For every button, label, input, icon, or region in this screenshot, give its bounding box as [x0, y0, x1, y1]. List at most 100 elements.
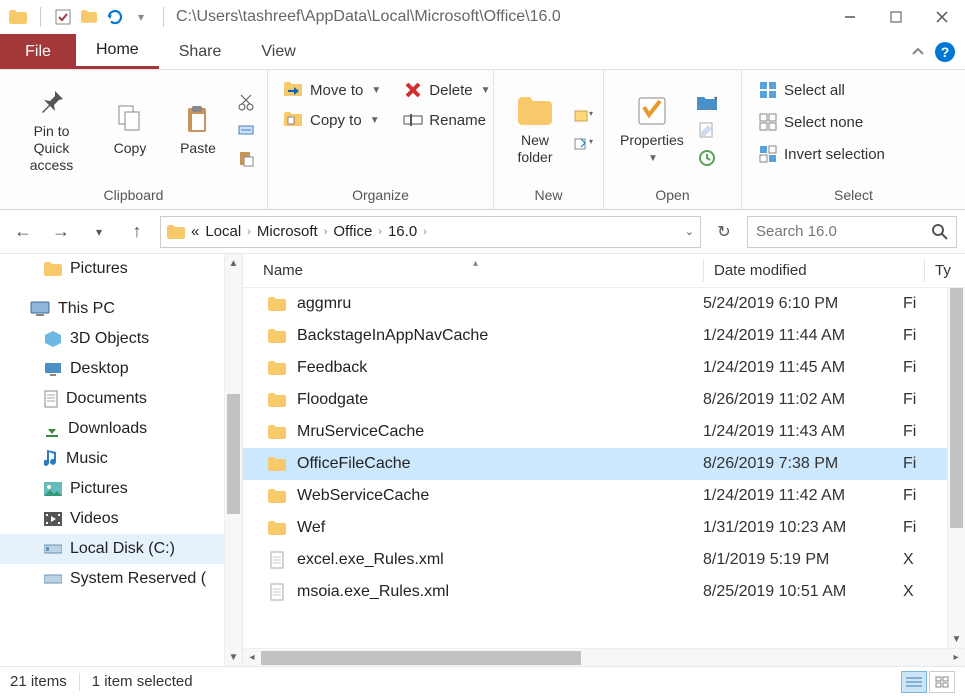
navpane-item[interactable]: Videos	[0, 504, 242, 534]
folder-icon	[44, 262, 62, 276]
file-row[interactable]: BackstageInAppNavCache1/24/2019 11:44 AM…	[243, 320, 965, 352]
copy-button[interactable]: Copy	[99, 98, 161, 161]
file-row[interactable]: Feedback1/24/2019 11:45 AMFi	[243, 352, 965, 384]
file-row[interactable]: Floodgate8/26/2019 11:02 AMFi	[243, 384, 965, 416]
forward-button[interactable]: →	[46, 217, 76, 247]
refresh-button[interactable]: ↻	[709, 217, 739, 247]
pin-to-quick-access-button[interactable]: Pin to Quick access	[10, 81, 93, 177]
view-details-button[interactable]	[901, 671, 927, 693]
vertical-scrollbar[interactable]: ▲ ▼	[947, 288, 965, 648]
vscroll-down-icon[interactable]: ▼	[948, 630, 965, 648]
horizontal-scrollbar[interactable]: ◂ ▸	[243, 648, 965, 666]
nav-item-icon	[44, 512, 62, 526]
address-ellipsis[interactable]: «	[191, 223, 199, 240]
select-all-button[interactable]: Select all	[752, 76, 851, 104]
scroll-thumb[interactable]	[227, 394, 240, 514]
new-folder-button[interactable]: New folder	[504, 90, 566, 170]
copy-to-button[interactable]: Copy to▼	[278, 106, 387, 134]
navpane-item[interactable]: Desktop	[0, 354, 242, 384]
file-row[interactable]: excel.exe_Rules.xml8/1/2019 5:19 PMX	[243, 544, 965, 576]
edit-icon[interactable]	[696, 119, 718, 141]
tab-view[interactable]: View	[241, 34, 315, 69]
hscroll-right-icon[interactable]: ▸	[947, 652, 965, 663]
minimize-button[interactable]	[827, 2, 873, 32]
file-date: 8/1/2019 5:19 PM	[703, 551, 903, 569]
chevron-right-icon[interactable]: ›	[378, 226, 382, 238]
file-row[interactable]: Wef1/31/2019 10:23 AMFi	[243, 512, 965, 544]
column-header-date[interactable]: Date modified	[714, 262, 914, 279]
svg-text:▾: ▾	[714, 94, 717, 103]
hscroll-thumb[interactable]	[261, 651, 581, 665]
tab-file[interactable]: File	[0, 34, 76, 69]
file-type: Fi	[903, 359, 933, 377]
column-header-type[interactable]: Ty	[935, 262, 965, 279]
up-button[interactable]: ↑	[122, 217, 152, 247]
navpane-item[interactable]: 3D Objects	[0, 324, 242, 354]
file-name: msoia.exe_Rules.xml	[297, 583, 703, 601]
navpane-scrollbar[interactable]: ▲ ▼	[224, 254, 242, 666]
scroll-down-icon[interactable]: ▼	[225, 648, 242, 666]
history-icon[interactable]	[696, 147, 718, 169]
back-button[interactable]: ←	[8, 217, 38, 247]
redo-qat-icon[interactable]	[105, 7, 125, 27]
checkbox-qat-icon[interactable]	[53, 7, 73, 27]
folder-icon	[267, 454, 287, 474]
chevron-right-icon[interactable]: ›	[247, 226, 251, 238]
navpane-item[interactable]: Documents	[0, 384, 242, 414]
delete-button[interactable]: Delete▼	[397, 76, 496, 104]
file-row[interactable]: msoia.exe_Rules.xml8/25/2019 10:51 AMX	[243, 576, 965, 608]
tab-share[interactable]: Share	[159, 34, 242, 69]
navpane-this-pc[interactable]: This PC	[0, 294, 242, 324]
navpane-item[interactable]: Music	[0, 444, 242, 474]
recent-locations-button[interactable]: ▾	[84, 217, 114, 247]
folder-qat-icon[interactable]	[79, 7, 99, 27]
view-large-icons-button[interactable]	[929, 671, 955, 693]
address-dropdown-icon[interactable]: ⌄	[685, 225, 694, 238]
vscroll-thumb[interactable]	[950, 288, 963, 528]
tab-home[interactable]: Home	[76, 34, 159, 69]
new-item-icon[interactable]: ▾	[572, 105, 594, 127]
file-type: X	[903, 583, 933, 601]
select-none-button[interactable]: Select none	[752, 108, 869, 136]
file-row[interactable]: aggmru5/24/2019 6:10 PMFi	[243, 288, 965, 320]
copy-path-icon[interactable]	[235, 119, 257, 141]
easy-access-icon[interactable]: ▾	[572, 133, 594, 155]
qat-customize-icon[interactable]: ▾	[131, 7, 151, 27]
file-row[interactable]: OfficeFileCache8/26/2019 7:38 PMFi	[243, 448, 965, 480]
move-to-button[interactable]: Move to▼	[278, 76, 387, 104]
scroll-up-icon[interactable]: ▲	[225, 254, 242, 272]
nav-label: Pictures	[70, 260, 128, 278]
close-button[interactable]	[919, 2, 965, 32]
cut-icon[interactable]	[235, 91, 257, 113]
breadcrumb-16.0[interactable]: 16.0	[388, 223, 417, 240]
invert-selection-button[interactable]: Invert selection	[752, 140, 891, 168]
navpane-pictures-quick[interactable]: Pictures	[0, 254, 242, 284]
address-bar[interactable]: « Local › Microsoft › Office › 16.0 › ⌄	[160, 216, 701, 248]
sort-asc-icon: ▴	[473, 258, 478, 269]
help-button[interactable]: ?	[935, 42, 955, 62]
copy-label: Copy	[114, 140, 147, 157]
maximize-button[interactable]	[873, 2, 919, 32]
chevron-right-icon[interactable]: ›	[423, 226, 427, 238]
file-row[interactable]: WebServiceCache1/24/2019 11:42 AMFi	[243, 480, 965, 512]
navpane-item[interactable]: Downloads	[0, 414, 242, 444]
paste-button[interactable]: Paste	[167, 98, 229, 161]
status-item-count: 21 items	[10, 673, 67, 690]
breadcrumb-microsoft[interactable]: Microsoft	[257, 223, 318, 240]
minimize-ribbon-button[interactable]	[909, 43, 927, 61]
column-header-name[interactable]: Name ▴	[263, 262, 693, 279]
search-box[interactable]: Search 16.0	[747, 216, 957, 248]
paste-shortcut-icon[interactable]	[235, 147, 257, 169]
navpane-item[interactable]: Local Disk (C:)	[0, 534, 242, 564]
hscroll-left-icon[interactable]: ◂	[243, 652, 261, 663]
file-type: Fi	[903, 327, 933, 345]
chevron-right-icon[interactable]: ›	[324, 226, 328, 238]
open-icon[interactable]: ▾	[696, 91, 718, 113]
breadcrumb-local[interactable]: Local	[205, 223, 241, 240]
navpane-item[interactable]: Pictures	[0, 474, 242, 504]
breadcrumb-office[interactable]: Office	[333, 223, 372, 240]
navpane-item[interactable]: System Reserved (	[0, 564, 242, 594]
properties-button[interactable]: Properties ▼	[614, 90, 690, 169]
rename-button[interactable]: Rename	[397, 106, 496, 134]
file-row[interactable]: MruServiceCache1/24/2019 11:43 AMFi	[243, 416, 965, 448]
